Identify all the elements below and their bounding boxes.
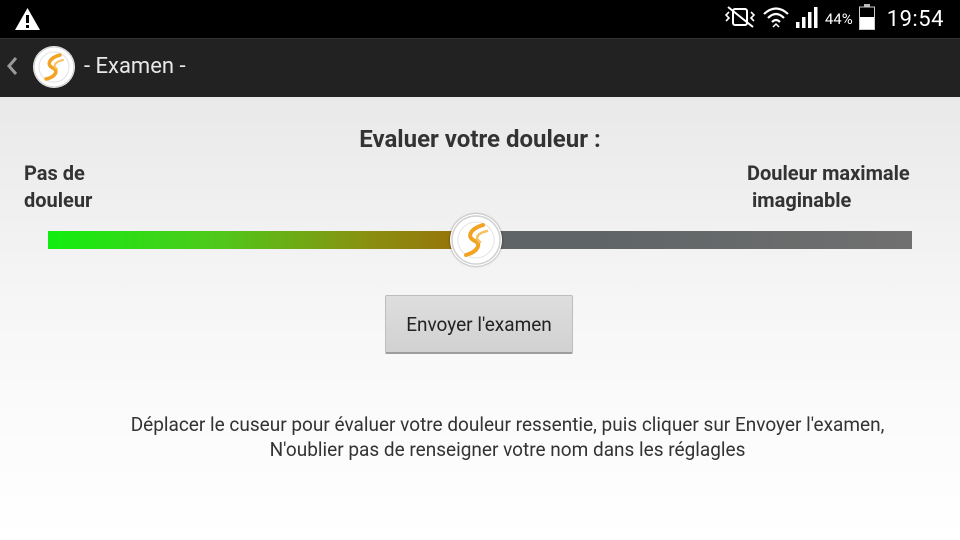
main-content: Evaluer votre douleur : Pas de douleur D…: [0, 97, 960, 540]
min-pain-label: Pas de douleur: [24, 160, 92, 214]
max-pain-label-line1: Douleur maximale: [747, 161, 910, 185]
pain-evaluation-heading: Evaluer votre douleur :: [359, 125, 601, 153]
slider-fill: [48, 231, 476, 249]
app-logo[interactable]: [33, 46, 75, 88]
battery-icon: [858, 4, 875, 34]
action-bar: - Examen -: [0, 38, 960, 97]
instructions-text: Déplacer le cuseur pour évaluer votre do…: [80, 412, 935, 462]
pain-slider[interactable]: [48, 214, 912, 266]
min-pain-label-line1: Pas de: [24, 161, 85, 185]
slider-thumb-logo-icon: [451, 215, 501, 265]
slider-thumb[interactable]: [450, 214, 502, 266]
instructions-line1: Déplacer le cuseur pour évaluer votre do…: [130, 413, 885, 436]
status-icons: 44% 19:54: [717, 0, 944, 38]
send-exam-button[interactable]: Envoyer l'examen: [385, 295, 573, 354]
clock: 19:54: [886, 6, 944, 32]
chevron-left-icon[interactable]: [6, 56, 18, 81]
min-pain-label-line2: douleur: [24, 188, 93, 212]
max-pain-label-line2: imaginable: [752, 188, 852, 212]
warning-icon: [14, 7, 41, 35]
max-pain-label: Douleur maximale imaginable: [747, 160, 910, 214]
instructions-line2: N'oublier pas de renseigner votre nom da…: [269, 438, 746, 461]
slider-track-end: [592, 231, 912, 249]
battery-percentage: 44%: [824, 10, 853, 28]
vibrate-mute-icon: [723, 6, 757, 32]
signal-icon: [795, 6, 819, 32]
page-title: - Examen -: [84, 54, 186, 79]
status-bar: 44% 19:54: [0, 0, 960, 38]
wifi-icon: [763, 5, 789, 33]
